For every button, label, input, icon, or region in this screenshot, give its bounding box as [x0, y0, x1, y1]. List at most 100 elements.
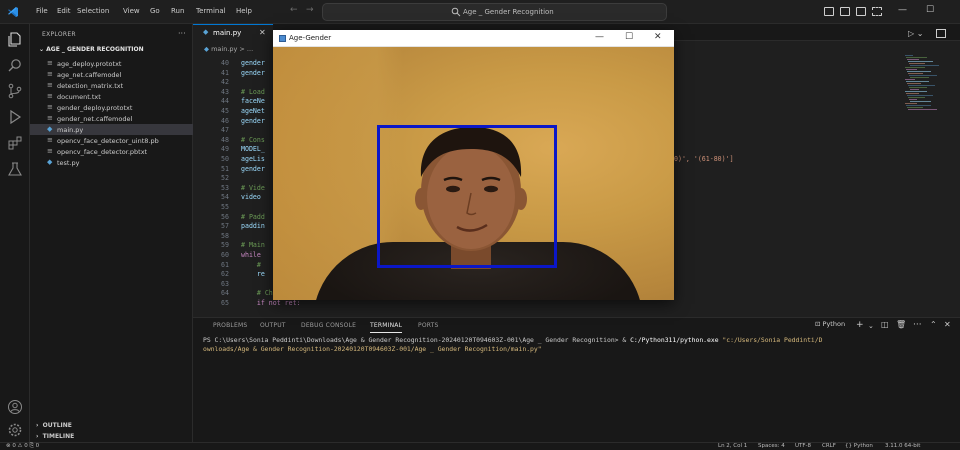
panel-tab-ports[interactable]: PORTS	[418, 322, 439, 329]
toggle-secondary-sidebar-icon[interactable]	[856, 7, 866, 16]
file-item[interactable]: ≡ age_deploy.prototxt	[30, 58, 193, 69]
close-panel-icon[interactable]: ✕	[944, 320, 951, 329]
minimap-line	[910, 77, 929, 78]
status-problems[interactable]: ⊗ 0 ⚠ 0 ⎘ 0	[6, 443, 39, 450]
toggle-sidebar-icon[interactable]	[824, 7, 834, 16]
menu-edit[interactable]: Edit	[57, 7, 71, 15]
minimap-line	[908, 61, 933, 62]
status-eol[interactable]: CRLF	[822, 443, 836, 449]
maximize-panel-icon[interactable]: ⌃	[930, 320, 937, 329]
explorer-sidebar: EXPLORER ··· ⌄ AGE _ GENDER RECOGNITION …	[30, 24, 193, 442]
minimap-line	[910, 89, 919, 90]
command-center-search[interactable]: Age _ Gender Recognition	[322, 3, 667, 21]
chevron-down-icon[interactable]: ⌄	[868, 322, 874, 330]
code-line: paddin	[241, 222, 265, 231]
terminal-profile-selector[interactable]: ⊡ Python	[815, 320, 845, 328]
workspace-folder[interactable]: ⌄ AGE _ GENDER RECOGNITION	[39, 46, 144, 53]
window-maximize-icon[interactable]: ☐	[926, 5, 934, 15]
status-encoding[interactable]: UTF-8	[795, 443, 811, 449]
trash-icon[interactable]: 🗑	[896, 320, 906, 329]
minimap-line	[907, 107, 923, 108]
line-number: 40	[221, 59, 229, 67]
run-debug-icon[interactable]	[7, 109, 23, 125]
code-line: gender	[241, 59, 265, 67]
file-name: document.txt	[57, 93, 101, 101]
more-actions-icon[interactable]: ···	[178, 29, 186, 38]
menu-go[interactable]: Go	[150, 7, 160, 15]
file-name: opencv_face_detector_uint8.pb	[57, 137, 159, 145]
minimap[interactable]	[905, 55, 947, 115]
code-line: re	[241, 270, 265, 279]
minimap-line	[908, 73, 923, 74]
panel-tab-debug-console[interactable]: DEBUG CONSOLE	[301, 322, 356, 329]
file-item[interactable]: ≡ document.txt	[30, 91, 193, 102]
new-terminal-icon[interactable]: +	[856, 320, 864, 330]
minimap-line	[905, 103, 917, 104]
panel-tab-terminal[interactable]: TERMINAL	[370, 322, 403, 333]
app-window-title: Age-Gender	[289, 34, 332, 42]
status-interpreter[interactable]: 3.11.0 64-bit	[885, 443, 920, 449]
account-icon[interactable]	[7, 399, 23, 415]
customize-layout-icon[interactable]	[872, 7, 882, 16]
minimap-line	[907, 83, 921, 84]
source-control-icon[interactable]	[7, 83, 23, 99]
more-actions-icon[interactable]: ···	[913, 320, 922, 330]
search-icon[interactable]	[7, 57, 23, 73]
file-item[interactable]: ≡ age_net.caffemodel	[30, 69, 193, 80]
outline-section[interactable]: › OUTLINE	[36, 422, 72, 429]
code-line: # Main	[241, 241, 265, 250]
minimize-icon[interactable]: —	[595, 32, 604, 42]
breadcrumb[interactable]: ◆ main.py > ...	[204, 45, 253, 53]
menu-run[interactable]: Run	[171, 7, 184, 15]
file-item[interactable]: ≡ opencv_face_detector.pbtxt	[30, 146, 193, 157]
extensions-icon[interactable]	[7, 135, 23, 151]
forward-arrow-icon[interactable]: →	[306, 5, 314, 15]
age-gender-window[interactable]: Age-Gender — ☐ ✕	[273, 30, 674, 300]
python-file-icon: ◆	[203, 28, 209, 36]
panel-tab-problems[interactable]: PROBLEMS	[213, 322, 247, 329]
line-number: 65	[221, 299, 229, 307]
text-file-icon: ≡	[47, 92, 53, 100]
menu-terminal[interactable]: Terminal	[196, 7, 226, 15]
tab-main-py[interactable]: ◆ main.py ✕	[193, 24, 273, 41]
text-file-icon: ≡	[47, 59, 53, 67]
window-minimize-icon[interactable]: —	[898, 5, 907, 15]
close-tab-icon[interactable]: ✕	[259, 28, 266, 37]
status-language[interactable]: {} Python	[845, 443, 873, 449]
toggle-panel-icon[interactable]	[840, 7, 850, 16]
status-cursor-position[interactable]: Ln 2, Col 1	[718, 443, 747, 449]
testing-flask-icon[interactable]	[7, 161, 23, 177]
line-number: 42	[221, 78, 229, 87]
code-line: MODEL_	[241, 145, 265, 154]
menu-selection[interactable]: Selection	[77, 7, 109, 15]
close-icon[interactable]: ✕	[654, 32, 662, 42]
minimap-line	[909, 75, 937, 76]
line-number: 46	[221, 116, 229, 125]
code-line: gender	[241, 116, 265, 125]
back-arrow-icon[interactable]: ←	[290, 5, 298, 15]
file-item[interactable]: ≡ detection_matrix.txt	[30, 80, 193, 91]
file-item[interactable]: ≡ opencv_face_detector_uint8.pb	[30, 135, 193, 146]
menu-file[interactable]: File	[36, 7, 48, 15]
code-line: # Vide	[241, 183, 265, 192]
explorer-files-icon[interactable]	[7, 31, 23, 47]
python-file-icon: ◆	[47, 125, 53, 133]
timeline-section[interactable]: › TIMELINE	[36, 433, 74, 440]
settings-gear-icon[interactable]	[7, 422, 23, 438]
menu-view[interactable]: View	[123, 7, 140, 15]
run-python-file-icon[interactable]: ▷ ⌄	[908, 29, 923, 38]
menu-help[interactable]: Help	[236, 7, 252, 15]
line-number: 52	[221, 174, 229, 183]
file-item[interactable]: ◆ test.py	[30, 157, 193, 168]
maximize-icon[interactable]: ☐	[625, 32, 633, 42]
split-terminal-icon[interactable]: ◫	[881, 320, 889, 329]
panel-tab-output[interactable]: OUTPUT	[260, 322, 286, 329]
file-item[interactable]: ≡ gender_net.caffemodel	[30, 113, 193, 124]
terminal-output[interactable]: PS C:\Users\Sonia Peddinti\Downloads\Age…	[203, 336, 960, 353]
file-item[interactable]: ◆ main.py	[30, 124, 193, 135]
file-item[interactable]: ≡ gender_deploy.prototxt	[30, 102, 193, 113]
status-indentation[interactable]: Spaces: 4	[758, 443, 785, 449]
line-number: 60	[221, 251, 229, 259]
app-window-titlebar[interactable]: Age-Gender — ☐ ✕	[273, 30, 674, 47]
split-editor-icon[interactable]	[936, 29, 946, 38]
